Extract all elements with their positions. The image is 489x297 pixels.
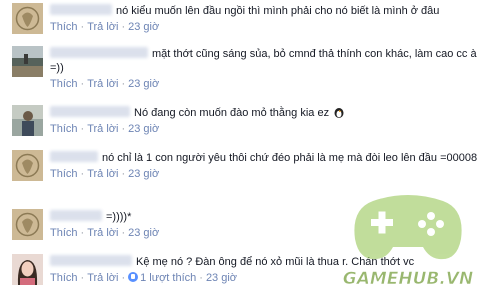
avatar[interactable]	[12, 46, 43, 77]
comment-text: Kệ mẹ nó ? Đàn ông để nó xỏ mũi là thua …	[136, 256, 415, 268]
separator-dot: ·	[80, 21, 85, 33]
avatar[interactable]	[12, 150, 43, 181]
comment-text: Nó đang còn muốn đào mỏ thằng kia ez	[134, 107, 330, 119]
avatar-emblem-image	[12, 209, 43, 240]
avatar[interactable]	[12, 3, 43, 34]
comment-text: nó chỉ là 1 con người yêu thôi chứ đéo p…	[102, 152, 478, 164]
timestamp[interactable]: 23 giờ	[128, 227, 159, 239]
commenter-name[interactable]	[50, 255, 132, 266]
comment-text: nó kiểu muốn lên đầu ngồi thì mình phải …	[116, 5, 440, 17]
separator-dot: ·	[121, 227, 126, 239]
comment-thread: nó kiểu muốn lên đầu ngồi thì mình phải …	[0, 0, 489, 297]
separator-dot: ·	[121, 272, 126, 284]
like-count[interactable]: 1 lượt thích	[140, 272, 196, 284]
comment-actions: Thích · Trả lời · 23 giờ	[50, 21, 481, 34]
separator-dot: ·	[80, 227, 85, 239]
timestamp[interactable]: 23 giờ	[206, 272, 237, 284]
commenter-name[interactable]	[50, 4, 112, 15]
avatar-person-image	[12, 105, 43, 136]
like-button[interactable]: Thích	[50, 227, 78, 239]
commenter-name[interactable]	[50, 210, 102, 221]
reply-button[interactable]: Trả lời	[87, 78, 118, 90]
reply-button[interactable]: Trả lời	[87, 123, 118, 135]
avatar-emblem-image	[12, 150, 43, 181]
commenter-name[interactable]	[50, 106, 130, 117]
reply-button[interactable]: Trả lời	[87, 227, 118, 239]
separator-dot: ·	[80, 168, 85, 180]
avatar-emblem-image	[12, 3, 43, 34]
commenter-name[interactable]	[50, 47, 148, 58]
avatar[interactable]	[12, 105, 43, 136]
like-button[interactable]: Thích	[50, 168, 78, 180]
avatar-field-image	[12, 46, 43, 77]
comment-actions: Thích · Trả lời · 23 giờ	[50, 168, 481, 181]
separator-dot: ·	[121, 21, 126, 33]
comment-actions: Thích · Trả lời · 1 lượt thích · 23 giờ	[50, 272, 481, 285]
timestamp[interactable]: 23 giờ	[128, 123, 159, 135]
separator-dot: ·	[121, 168, 126, 180]
timestamp[interactable]: 23 giờ	[128, 21, 159, 33]
comment-actions: Thích · Trả lời · 23 giờ	[50, 78, 481, 91]
commenter-name[interactable]	[50, 151, 98, 162]
like-button[interactable]: Thích	[50, 123, 78, 135]
penguin-emoji-icon	[334, 108, 344, 118]
comment-text: =))))*	[106, 211, 132, 223]
avatar-girl-image	[12, 254, 43, 285]
separator-dot: ·	[80, 272, 85, 284]
like-button[interactable]: Thích	[50, 21, 78, 33]
timestamp[interactable]: 23 giờ	[128, 168, 159, 180]
comment-actions: Thích · Trả lời · 23 giờ	[50, 123, 481, 136]
reply-button[interactable]: Trả lời	[87, 21, 118, 33]
separator-dot: ·	[80, 123, 85, 135]
timestamp[interactable]: 23 giờ	[128, 78, 159, 90]
reply-button[interactable]: Trả lời	[87, 272, 118, 284]
avatar[interactable]	[12, 254, 43, 285]
like-count-icon	[128, 272, 139, 282]
separator-dot: ·	[121, 123, 126, 135]
comment-actions: Thích · Trả lời · 23 giờ	[50, 227, 481, 240]
separator-dot: ·	[121, 78, 126, 90]
separator-dot: ·	[199, 272, 203, 284]
avatar[interactable]	[12, 209, 43, 240]
like-button[interactable]: Thích	[50, 272, 78, 284]
separator-dot: ·	[80, 78, 85, 90]
reply-button[interactable]: Trả lời	[87, 168, 118, 180]
like-button[interactable]: Thích	[50, 78, 78, 90]
